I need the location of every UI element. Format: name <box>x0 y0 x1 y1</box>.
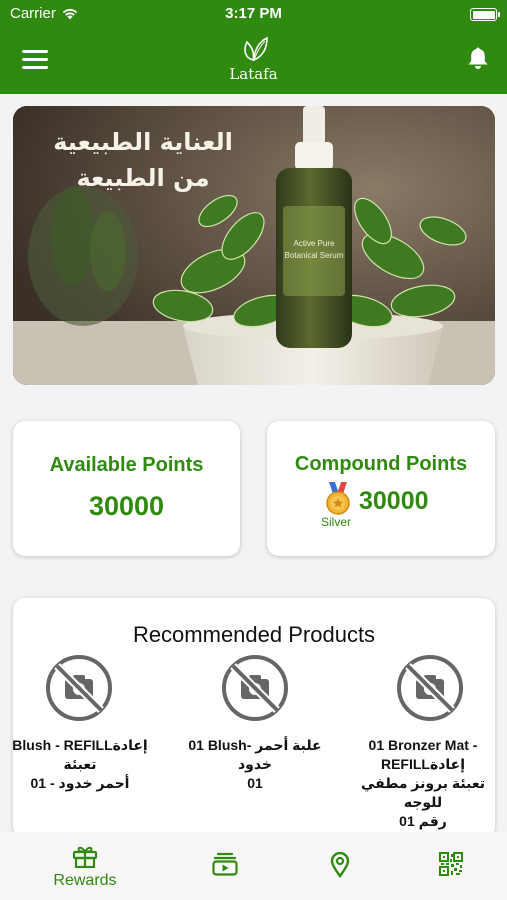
bottle-label-line2: Botanical Serum <box>285 251 344 260</box>
app-header: Carrier 3:17 PM Latafa <box>0 0 507 94</box>
bottle-label-line1: Active Pure <box>294 239 335 248</box>
product-name: 01 Bronzer Mat - REFILLإعادة تعبئة برونز… <box>348 736 498 831</box>
bottom-tab-bar: Rewards <box>0 832 507 900</box>
status-time: 3:17 PM <box>225 5 282 22</box>
recommended-products-card: Recommended Products Blush - REFILLإعادة… <box>12 598 498 838</box>
app-logo: Latafa <box>0 36 507 83</box>
tab-rewards-label: Rewards <box>53 872 117 889</box>
qr-code-icon <box>439 852 463 876</box>
banner-headline: العناية الطبيعية من الطبيعة <box>43 124 243 196</box>
no-photo-icon <box>222 655 288 721</box>
bell-icon <box>468 47 488 69</box>
product-name-line: تعبئة <box>63 756 97 772</box>
leaf-logo-icon <box>243 36 268 62</box>
no-photo-icon <box>46 655 112 721</box>
tab-videos[interactable] <box>200 832 250 900</box>
tier-label: Silver <box>321 515 352 529</box>
location-pin-icon <box>330 852 350 878</box>
gift-icon <box>72 846 98 868</box>
notifications-button[interactable] <box>467 46 489 75</box>
compound-points-value: 30000 <box>359 487 429 515</box>
available-points-title: Available Points <box>49 454 204 476</box>
banner-headline-line2: من الطبيعة <box>76 164 210 192</box>
product-name-line: 01 Blush- علبة أحمر خدود <box>188 737 322 772</box>
tab-locations[interactable] <box>315 832 365 900</box>
logo-text: Latafa <box>229 65 278 83</box>
compound-points-title: Compound Points <box>294 453 468 475</box>
no-photo-icon <box>397 655 463 721</box>
tab-qr-code[interactable] <box>425 832 475 900</box>
product-name: Blush - REFILLإعادة تعبئة أحمر خدود - 01 <box>0 736 160 793</box>
product-name-line: 01 <box>247 775 263 791</box>
medal-icon <box>326 482 350 515</box>
product-name-line: Blush - REFILLإعادة <box>12 737 148 753</box>
tab-rewards[interactable]: Rewards <box>40 832 130 900</box>
banner-headline-line1: العناية الطبيعية <box>53 128 233 156</box>
battery-icon <box>470 8 500 21</box>
compound-points-card[interactable]: Compound Points Silver 30000 <box>267 421 495 556</box>
recommended-title: Recommended Products <box>132 622 376 647</box>
available-points-card[interactable]: Available Points 30000 <box>13 421 240 556</box>
product-name-line: رقم 01 <box>399 813 447 829</box>
product-name-line: 01 Bronzer Mat - <box>368 737 478 753</box>
available-points-value: 30000 <box>88 491 165 521</box>
product-name-line: أحمر خدود - 01 <box>30 775 130 791</box>
status-bar: Carrier 3:17 PM <box>0 0 507 28</box>
product-name: 01 Blush- علبة أحمر خدود 01 <box>175 736 335 793</box>
video-stack-icon <box>212 852 238 876</box>
promo-banner[interactable]: Active Pure Botanical Serum العناية الطب… <box>13 106 495 385</box>
product-name-line: REFILLإعادة <box>380 756 466 772</box>
product-name-line: تعبئة برونز مطفي للوجه <box>360 775 486 810</box>
